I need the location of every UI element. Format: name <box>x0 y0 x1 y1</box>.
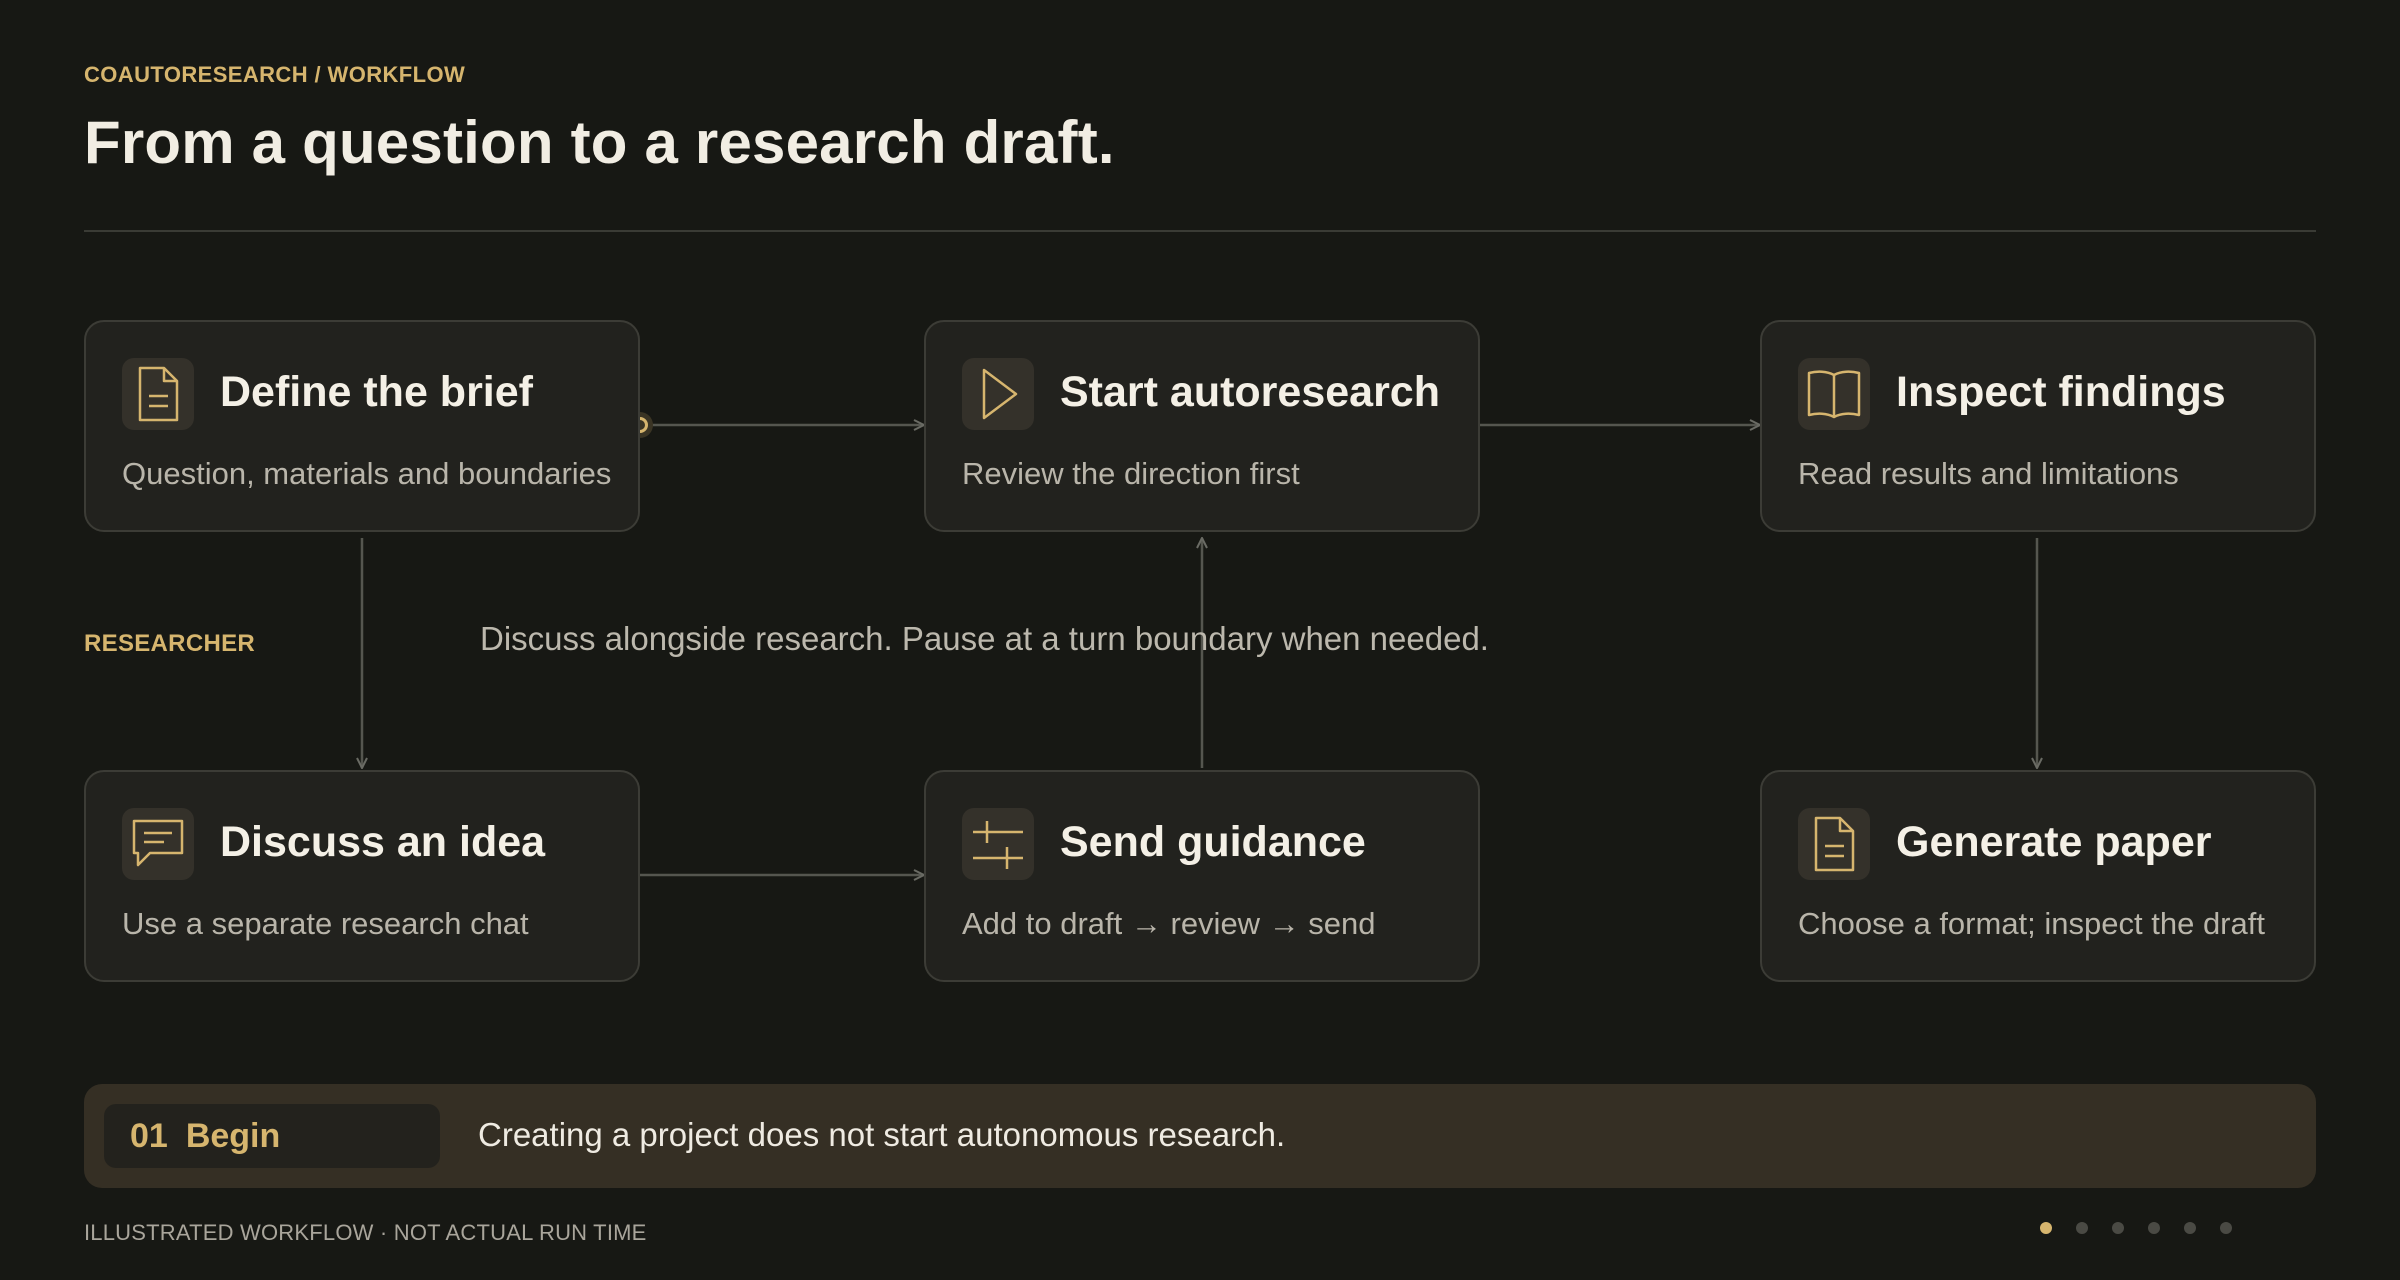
node-discuss-idea[interactable]: Discuss an idea Use a separate research … <box>84 770 640 982</box>
node-title: Inspect findings <box>1896 368 2226 416</box>
pagination-dot[interactable] <box>2184 1222 2196 1234</box>
pagination-dot[interactable] <box>2076 1222 2088 1234</box>
node-send-guidance[interactable]: Send guidance Add to draft → review → se… <box>924 770 1480 982</box>
node-title: Generate paper <box>1896 818 2212 866</box>
document-icon <box>1798 808 1870 880</box>
sliders-icon <box>962 808 1034 880</box>
node-inspect-findings[interactable]: Inspect findings Read results and limita… <box>1760 320 2316 532</box>
lane-role-label: RESEARCHER <box>84 630 256 657</box>
node-title: Define the brief <box>220 368 533 416</box>
play-icon <box>962 358 1034 430</box>
pagination-dot[interactable] <box>2148 1222 2160 1234</box>
pagination-dot[interactable] <box>2112 1222 2124 1234</box>
node-subtitle: Choose a format; inspect the draft <box>1798 906 2265 941</box>
node-title: Send guidance <box>1060 818 1366 866</box>
node-subtitle: Question, materials and boundaries <box>122 456 612 491</box>
node-subtitle: Review the direction first <box>962 456 1300 491</box>
lane-note: Discuss alongside research. Pause at a t… <box>480 620 1489 657</box>
step-number: 01 <box>130 1116 168 1155</box>
node-title: Discuss an idea <box>220 818 546 866</box>
node-generate-paper[interactable]: Generate paper Choose a format; inspect … <box>1760 770 2316 982</box>
pagination-dot[interactable] <box>2040 1222 2052 1234</box>
step-label: Begin <box>185 1116 281 1155</box>
footer-note: ILLUSTRATED WORKFLOW · NOT ACTUAL RUN TI… <box>84 1220 647 1245</box>
node-subtitle: Use a separate research chat <box>122 906 529 941</box>
document-icon <box>122 358 194 430</box>
node-subtitle: Read results and limitations <box>1798 456 2179 491</box>
step-banner: 01 Begin Creating a project does not sta… <box>84 1084 2316 1188</box>
step-indicator: 01 Begin <box>104 1104 440 1168</box>
step-description: Creating a project does not start autono… <box>478 1116 1286 1153</box>
workflow-slide: COAUTORESEARCH / WORKFLOW From a questio… <box>0 0 2400 1280</box>
pagination-dot[interactable] <box>2220 1222 2232 1234</box>
node-define-brief[interactable]: Define the brief Question, materials and… <box>84 320 640 532</box>
node-subtitle: Add to draft → review → send <box>962 906 1376 941</box>
chat-icon <box>122 808 194 880</box>
node-start-autoresearch[interactable]: Start autoresearch Review the direction … <box>924 320 1480 532</box>
book-icon <box>1798 358 1870 430</box>
pagination-dots <box>2040 1222 2232 1234</box>
node-title: Start autoresearch <box>1060 368 1440 416</box>
